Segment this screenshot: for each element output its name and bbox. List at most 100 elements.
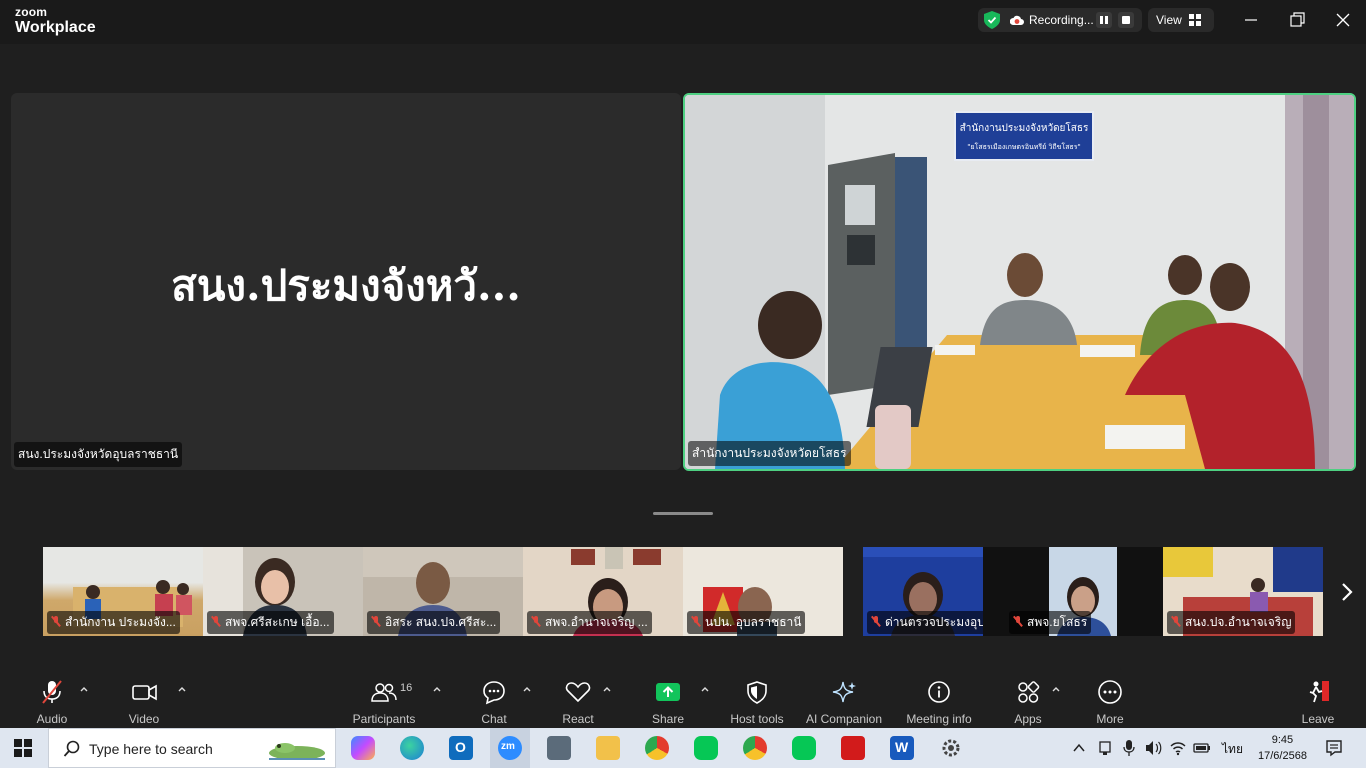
mic-muted-icon (51, 616, 61, 627)
taskbar-clock[interactable]: 9:45 17/6/2568 (1258, 732, 1307, 764)
mic-muted-icon (211, 616, 221, 627)
calculator-taskbar-icon[interactable] (547, 736, 571, 760)
thumbnail-label: อิสระ สนง.ปจ.ศรีสะ... (367, 611, 501, 634)
view-button[interactable]: View (1148, 8, 1214, 32)
thumbnail-name: อิสระ สนง.ปจ.ศรีสะ... (385, 615, 497, 629)
chevron-up-icon[interactable] (1051, 684, 1061, 694)
settings-gear-icon[interactable] (939, 736, 963, 760)
search-icon (63, 740, 80, 757)
battery-tray-icon[interactable] (1193, 740, 1211, 756)
thumbnail-label: สพจ.ยโสธร (1009, 611, 1092, 634)
video-tile-ubon[interactable]: สนง.ประมงจังหวั... สนง.ประมงจังหวัดอุบลร… (11, 93, 681, 470)
leave-icon (1309, 681, 1329, 703)
thumbnail-tile[interactable]: นปน. อุบลราชธานี (683, 547, 843, 636)
chevron-up-icon[interactable] (432, 684, 442, 694)
file-explorer-taskbar-icon[interactable] (596, 736, 620, 760)
apps-button[interactable]: Apps (1008, 679, 1048, 726)
frog-search-highlight-icon (269, 743, 325, 760)
apps-label: Apps (1014, 712, 1042, 726)
leave-label: Leave (1301, 712, 1335, 726)
ai-companion-button[interactable]: AI Companion (804, 679, 884, 726)
shield-icon (747, 681, 767, 704)
line-taskbar-icon[interactable] (694, 736, 718, 760)
logo-zoom-text: zoom (15, 5, 48, 19)
thumbnail-tile[interactable]: ด่านตรวจประมงอุบ... (863, 547, 983, 636)
view-label: View (1156, 13, 1182, 27)
thumbnail-tile[interactable]: สำนักงาน ประมงจัง... (43, 547, 203, 636)
microphone-tray-icon[interactable] (1122, 739, 1136, 757)
react-button[interactable]: React (558, 679, 598, 726)
thumbnail-tile[interactable]: สพจ.อำนาจเจริญ ... (523, 547, 683, 636)
edge-taskbar-icon[interactable] (400, 736, 424, 760)
chat-bubble-icon (483, 681, 505, 705)
thumbnail-tile[interactable]: สนง.ปจ.อำนาจเจริญ (1163, 547, 1323, 636)
sign-line-2: "ยโสธรเมืองเกษตรอินทรีย์ วิถีขโสธร" (967, 142, 1081, 151)
sparkle-icon (832, 681, 856, 703)
share-screen-icon (656, 683, 680, 701)
mic-muted-icon (42, 680, 62, 704)
chrome-taskbar-icon[interactable] (645, 736, 669, 760)
thumbnail-name: สนง.ปจ.อำนาจเจริญ (1185, 615, 1292, 629)
participants-icon (371, 683, 397, 702)
windows-taskbar: Type here to search O zm W ไทย 9:45 17/6… (0, 728, 1366, 768)
thumbnail-label: สพจ.อำนาจเจริญ ... (527, 611, 652, 634)
zoom-taskbar-item-active[interactable]: zm (490, 728, 530, 768)
thumbnail-tile[interactable]: อิสระ สนง.ปจ.ศรีสะ... (363, 547, 523, 636)
chevron-up-icon[interactable] (700, 684, 710, 694)
video-button[interactable]: Video (122, 679, 166, 726)
host-tools-button[interactable]: Host tools (728, 679, 786, 726)
gallery-resize-handle[interactable] (653, 512, 713, 515)
notification-center-icon[interactable] (1325, 739, 1343, 757)
close-button[interactable] (1333, 10, 1353, 30)
meeting-info-button[interactable]: Meeting info (904, 679, 974, 726)
video-tile-active-speaker[interactable]: สำนักงานประมงจังหวัดยโสธร "ยโสธรเมืองเกษ… (683, 93, 1356, 471)
participants-button[interactable]: 16 Participants (350, 679, 418, 726)
chevron-up-icon[interactable] (522, 684, 532, 694)
thumbnail-tile[interactable]: สพจ.ยโสธร (983, 547, 1163, 636)
chevron-up-icon[interactable] (79, 684, 89, 694)
taskbar-search-box[interactable]: Type here to search (48, 728, 336, 768)
share-label: Share (651, 712, 685, 726)
chevron-right-icon[interactable] (1335, 578, 1359, 606)
more-button[interactable]: More (1090, 679, 1130, 726)
chevron-up-icon[interactable] (602, 684, 612, 694)
recording-indicator[interactable]: Recording... (978, 8, 1142, 32)
word-taskbar-icon[interactable]: W (890, 736, 914, 760)
share-button[interactable]: Share (648, 679, 688, 726)
stop-recording-button[interactable] (1118, 12, 1134, 28)
audio-button[interactable]: Audio (30, 679, 74, 726)
chrome-profile-taskbar-icon[interactable] (743, 736, 767, 760)
logo-workplace-text: Workplace (15, 19, 96, 36)
thumbnail-name: สพจ.อำนาจเจริญ ... (545, 615, 648, 629)
copilot-taskbar-icon[interactable] (351, 736, 375, 760)
minimize-button[interactable] (1241, 10, 1261, 30)
zoom-logo: zoom Workplace (15, 6, 96, 36)
leave-button[interactable]: Leave (1298, 679, 1338, 726)
chat-button[interactable]: Chat (474, 679, 514, 726)
input-language-indicator[interactable]: ไทย (1222, 740, 1243, 759)
chevron-up-icon[interactable] (177, 684, 187, 694)
outlook-taskbar-icon[interactable]: O (449, 736, 473, 760)
pause-recording-button[interactable] (1096, 12, 1112, 28)
restore-button[interactable] (1287, 10, 1307, 30)
chevron-up-icon[interactable] (1073, 743, 1085, 753)
chat-label: Chat (481, 712, 507, 726)
windows-start-icon[interactable] (14, 739, 32, 757)
thumbnail-tile[interactable]: สพจ.ศรีสะเกษ เอื้อ... (203, 547, 363, 636)
volume-tray-icon[interactable] (1144, 740, 1162, 756)
more-label: More (1096, 712, 1124, 726)
active-speaker-name-label: สำนักงานประมงจังหวัดยโสธร (688, 441, 851, 466)
more-dots-icon (1098, 680, 1122, 704)
acrobat-taskbar-icon[interactable] (841, 736, 865, 760)
meeting-toolbar: Audio Video 16 Participants Chat React S… (0, 674, 1366, 728)
line-2-taskbar-icon[interactable] (792, 736, 816, 760)
wifi-tray-icon[interactable] (1169, 740, 1187, 756)
network-tray-icon[interactable] (1097, 740, 1113, 756)
video-camera-icon (132, 684, 157, 701)
apps-icon (1018, 681, 1040, 703)
participants-count: 16 (400, 682, 413, 694)
heart-icon (565, 682, 591, 703)
thumbnail-label: นปน. อุบลราชธานี (687, 611, 806, 634)
thumbnail-name: นปน. อุบลราชธานี (705, 615, 802, 629)
audio-label: Audio (36, 712, 68, 726)
